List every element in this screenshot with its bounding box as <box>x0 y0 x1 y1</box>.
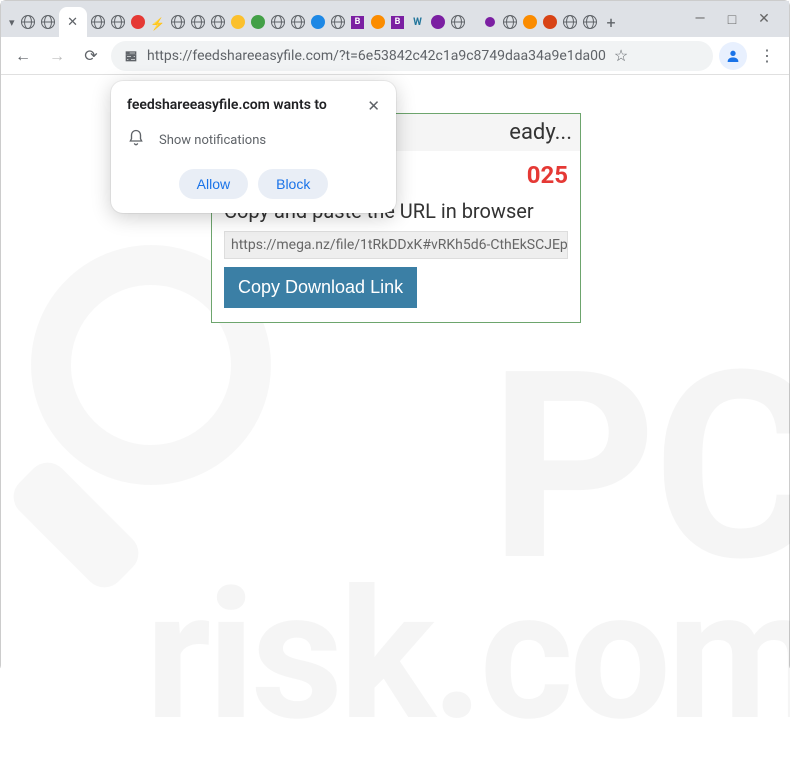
bell-icon <box>127 129 145 151</box>
tab-favicon[interactable] <box>189 14 206 31</box>
tab-favicon[interactable] <box>169 14 186 31</box>
notification-permission-dialog: feedshareeasyfile.com wants to ✕ Show no… <box>111 81 396 213</box>
permission-title: feedshareeasyfile.com wants to <box>127 97 327 113</box>
tab-favicon[interactable] <box>109 14 126 31</box>
browser-toolbar: ← → ⟳ https://feedshareeasyfile.com/?t=6… <box>1 37 789 75</box>
tab-favicon[interactable] <box>309 14 326 31</box>
tab-favicon[interactable] <box>329 14 346 31</box>
close-window-button[interactable]: ✕ <box>757 11 771 27</box>
tab-favicon[interactable]: W <box>409 14 426 31</box>
tab-favicon[interactable]: B <box>389 14 406 31</box>
site-settings-icon[interactable] <box>123 48 139 64</box>
copy-download-link-button[interactable]: Copy Download Link <box>224 267 417 308</box>
tab-favicon[interactable] <box>209 14 226 31</box>
tab-favicon[interactable] <box>39 14 56 31</box>
title-bar: ▾ ✕ B B W + — □ ✕ <box>1 1 789 37</box>
tab-favicon[interactable] <box>369 14 386 31</box>
close-icon[interactable]: ✕ <box>367 97 380 115</box>
maximize-button[interactable]: □ <box>725 11 739 28</box>
window-controls: — □ ✕ <box>693 11 781 28</box>
new-tab-button[interactable]: + <box>601 13 622 32</box>
tab-favicon[interactable] <box>449 14 466 31</box>
browser-menu-icon[interactable]: ⋮ <box>753 42 781 70</box>
tab-favicon[interactable] <box>581 14 598 31</box>
watermark-handle <box>5 454 146 595</box>
url-text: https://feedshareeasyfile.com/?t=6e53842… <box>147 48 606 64</box>
tab-favicon[interactable] <box>541 14 558 31</box>
minimize-button[interactable]: — <box>693 11 707 27</box>
tab-favicon[interactable] <box>429 14 446 31</box>
tab-favicon[interactable] <box>89 14 106 31</box>
close-tab-icon[interactable]: ✕ <box>67 15 78 30</box>
tab-favicon[interactable] <box>249 14 266 31</box>
profile-button[interactable] <box>719 42 747 70</box>
forward-button[interactable]: → <box>43 42 71 70</box>
reload-button[interactable]: ⟳ <box>77 42 105 70</box>
tab-favicon[interactable] <box>19 14 36 31</box>
page-content: PC risk.com eady... 025 Copy and paste t… <box>1 75 789 672</box>
chevron-down-icon[interactable]: ▾ <box>9 16 17 29</box>
tab-favicon[interactable] <box>129 14 146 31</box>
tab-favicon[interactable] <box>521 14 538 31</box>
active-tab[interactable]: ✕ <box>59 7 87 37</box>
back-button[interactable]: ← <box>9 42 37 70</box>
tab-favicon[interactable] <box>149 14 166 31</box>
tab-favicon[interactable]: B <box>349 14 366 31</box>
tab-favicon[interactable] <box>289 14 306 31</box>
tab-favicon[interactable] <box>501 14 518 31</box>
tab-favicon[interactable] <box>269 14 286 31</box>
allow-button[interactable]: Allow <box>179 169 248 199</box>
permission-body-text: Show notifications <box>159 133 266 148</box>
address-bar[interactable]: https://feedshareeasyfile.com/?t=6e53842… <box>111 41 713 71</box>
download-url-box[interactable]: https://mega.nz/file/1tRkDDxK#vRKh5d6-Ct… <box>224 231 568 259</box>
tab-favicon[interactable] <box>229 14 246 31</box>
bookmark-star-icon[interactable]: ☆ <box>614 46 628 65</box>
tab-favicon[interactable] <box>561 14 578 31</box>
watermark-text: PC risk.com <box>145 358 790 732</box>
block-button[interactable]: Block <box>258 169 328 199</box>
tab-favicon[interactable] <box>481 14 498 31</box>
tab-strip: ▾ ✕ B B W + <box>9 1 693 37</box>
